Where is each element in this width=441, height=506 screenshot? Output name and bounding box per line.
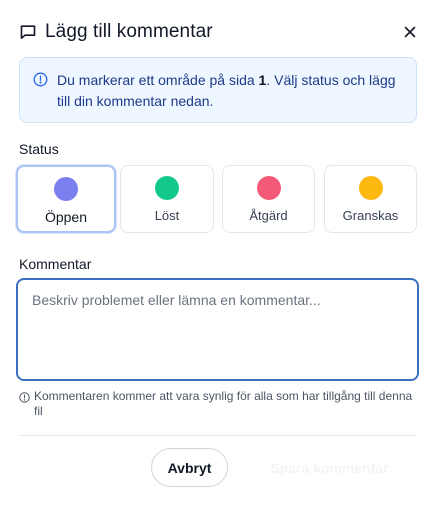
info-banner: Du markerar ett område på sida 1. Välj s…	[19, 57, 417, 123]
status-label: Status	[19, 141, 59, 157]
comment-icon	[19, 23, 37, 41]
status-dot	[155, 176, 179, 200]
status-option-label: Öppen	[44, 209, 88, 225]
status-dot	[358, 176, 383, 200]
status-option-oppen[interactable]: Öppen	[16, 165, 116, 233]
status-dot	[256, 176, 281, 200]
status-option-granskas[interactable]: Granskas	[324, 165, 417, 233]
footer-divider	[19, 435, 417, 436]
close-icon[interactable]	[400, 22, 420, 42]
info-icon	[33, 72, 48, 87]
status-option-label: Granskas	[342, 208, 399, 223]
status-options: Öppen Löst Åtgärd Granskas	[16, 165, 419, 234]
dialog-header: Lägg till kommentar	[19, 18, 422, 46]
save-comment-button[interactable]: Spara kommentar	[242, 448, 417, 487]
cancel-button[interactable]: Avbryt	[151, 448, 228, 487]
comment-textarea[interactable]	[16, 278, 419, 381]
status-option-label: Åtgärd	[249, 208, 288, 223]
add-comment-dialog: Lägg till kommentar Du markerar ett områ…	[0, 0, 441, 506]
visibility-hint-text: Kommentaren kommer att vara synlig för a…	[34, 389, 413, 418]
dialog-title: Lägg till kommentar	[45, 21, 213, 42]
status-option-lost[interactable]: Löst	[120, 165, 214, 233]
status-option-atgard[interactable]: Åtgärd	[222, 165, 315, 233]
visibility-hint: Kommentaren kommer att vara synlig för a…	[19, 389, 417, 419]
info-icon	[19, 392, 30, 403]
status-dot	[54, 177, 78, 201]
comment-label: Kommentar	[19, 256, 92, 272]
status-option-label: Löst	[154, 208, 180, 223]
info-text: Du markerar ett område på sida 1. Välj s…	[57, 72, 396, 109]
